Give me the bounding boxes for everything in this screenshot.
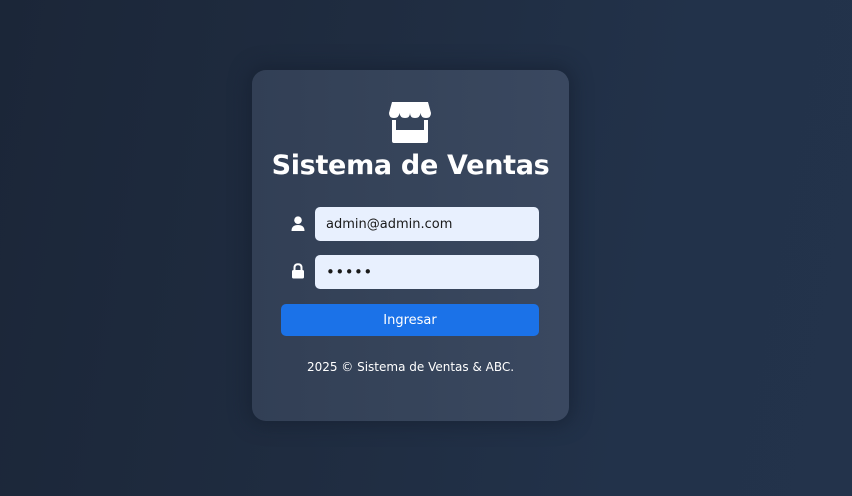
password-field[interactable]	[315, 255, 539, 289]
lock-icon	[292, 263, 304, 279]
login-card: Sistema de Ventas Ingresar 2025 © Sistem…	[252, 70, 569, 421]
login-button[interactable]: Ingresar	[281, 304, 539, 336]
copyright-footer: 2025 © Sistema de Ventas & ABC.	[306, 360, 515, 374]
user-icon	[291, 216, 305, 231]
page-title: Sistema de Ventas	[271, 150, 550, 181]
email-field[interactable]	[315, 207, 539, 241]
store-icon	[389, 102, 431, 143]
